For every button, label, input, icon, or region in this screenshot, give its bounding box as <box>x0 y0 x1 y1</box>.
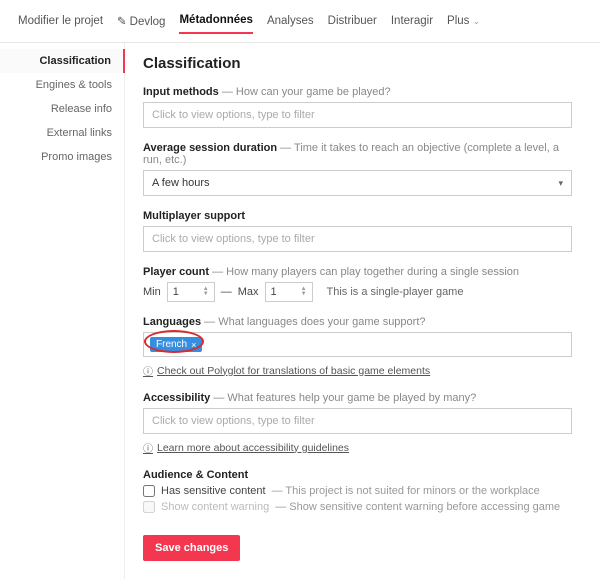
sidebar-item-release[interactable]: Release info <box>0 97 124 121</box>
pencil-icon: ✎ <box>117 16 127 28</box>
languages-hint: — What languages does your game support? <box>204 316 425 328</box>
accessibility-hint: — What features help your game be played… <box>213 392 476 404</box>
sensitive-label: Has sensitive content <box>161 485 266 497</box>
languages-field[interactable]: French × <box>143 332 572 357</box>
top-nav: Modifier le projet ✎Devlog Métadonnées A… <box>0 0 600 43</box>
session-select[interactable]: A few hours ▾ <box>143 170 572 196</box>
accessibility-label: Accessibility <box>143 392 210 404</box>
nav-metadata[interactable]: Métadonnées <box>179 8 253 34</box>
warning-hint: — Show sensitive content warning before … <box>275 501 560 513</box>
spinner-icon[interactable]: ▲▼ <box>301 287 307 297</box>
main-content: Classification Input methods — How can y… <box>125 43 600 579</box>
remove-tag-icon[interactable]: × <box>191 340 196 350</box>
sidebar-item-promo[interactable]: Promo images <box>0 145 124 169</box>
nav-interact[interactable]: Interagir <box>391 9 433 33</box>
max-input[interactable]: 1 ▲▼ <box>265 282 313 302</box>
player-count-label: Player count <box>143 266 209 278</box>
info-icon: ⓘ <box>143 363 153 378</box>
warning-label: Show content warning <box>161 501 269 513</box>
min-label: Min <box>143 286 161 298</box>
player-count-note: This is a single-player game <box>327 286 464 298</box>
languages-label: Languages <box>143 316 201 328</box>
dash: — <box>221 286 232 298</box>
sidebar-item-external[interactable]: External links <box>0 121 124 145</box>
sensitive-hint: — This project is not suited for minors … <box>272 485 540 497</box>
accessibility-field[interactable]: Click to view options, type to filter <box>143 408 572 434</box>
input-methods-hint: — How can your game be played? <box>222 86 391 98</box>
sidebar-item-engines[interactable]: Engines & tools <box>0 73 124 97</box>
chevron-down-icon: ⌄ <box>473 16 481 26</box>
page-title: Classification <box>143 55 572 72</box>
save-button[interactable]: Save changes <box>143 535 240 561</box>
sidebar-item-classification[interactable]: Classification <box>0 49 125 73</box>
accessibility-guidelines-link[interactable]: ⓘ Learn more about accessibility guideli… <box>143 440 572 455</box>
multiplayer-field[interactable]: Click to view options, type to filter <box>143 226 572 252</box>
nav-analytics[interactable]: Analyses <box>267 9 314 33</box>
nav-devlog[interactable]: ✎Devlog <box>117 8 165 34</box>
session-label: Average session duration <box>143 142 277 154</box>
player-count-hint: — How many players can play together dur… <box>212 266 519 278</box>
audience-label: Audience & Content <box>143 469 248 481</box>
input-methods-label: Input methods <box>143 86 219 98</box>
input-methods-field[interactable]: Click to view options, type to filter <box>143 102 572 128</box>
sidebar: Classification Engines & tools Release i… <box>0 43 125 579</box>
polyglot-link[interactable]: ⓘ Check out Polyglot for translations of… <box>143 363 572 378</box>
nav-more[interactable]: Plus ⌄ <box>447 9 480 33</box>
nav-distribute[interactable]: Distribuer <box>328 9 377 33</box>
info-icon: ⓘ <box>143 440 153 455</box>
language-tag-french[interactable]: French × <box>150 337 202 352</box>
sensitive-checkbox[interactable] <box>143 485 155 497</box>
session-value: A few hours <box>152 177 209 189</box>
caret-down-icon: ▾ <box>558 178 563 189</box>
multiplayer-label: Multiplayer support <box>143 210 245 222</box>
spinner-icon[interactable]: ▲▼ <box>203 287 209 297</box>
min-input[interactable]: 1 ▲▼ <box>167 282 215 302</box>
warning-checkbox <box>143 501 155 513</box>
max-label: Max <box>238 286 259 298</box>
nav-edit-project[interactable]: Modifier le projet <box>18 9 103 33</box>
